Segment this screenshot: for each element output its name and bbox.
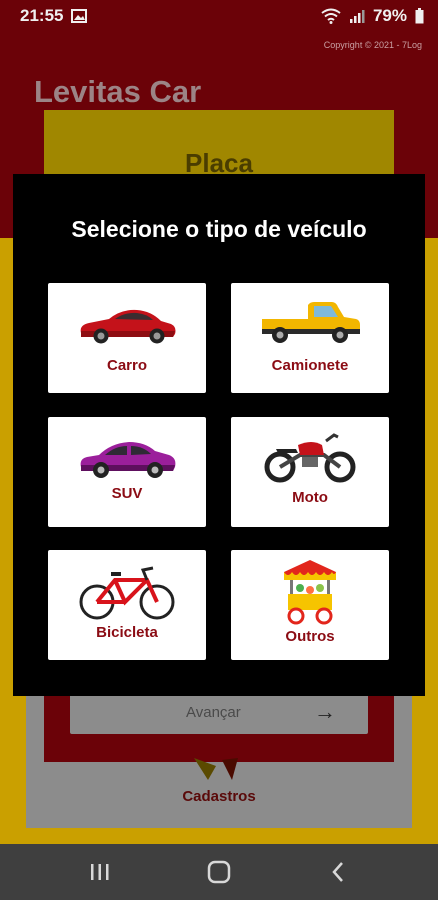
home-icon [207,860,231,884]
option-bicicleta[interactable]: Bicicleta [48,550,206,660]
back-icon [332,862,344,882]
copyright-text: Copyright © 2021 - 7Log [323,40,422,50]
status-bar: 21:55 79% [0,0,438,32]
option-label: Carro [106,357,147,374]
app-title: Levitas Car [34,74,202,109]
advance-button[interactable]: Avançar → [70,690,368,734]
option-label: Outros [285,628,335,645]
option-label: Bicicleta [96,624,158,641]
advance-label: Avançar [186,703,241,721]
recent-apps-icon [90,864,109,880]
option-label: Camionete [271,357,349,374]
option-label: SUV [111,485,143,502]
motorcycle-icon [264,433,356,483]
signal-icon [349,10,365,23]
dialog-title: Selecione o tipo de veículo [71,216,367,242]
option-label: Moto [292,489,328,506]
wifi-icon [321,8,341,24]
home-button[interactable] [189,852,249,892]
option-suv[interactable]: SUV [48,417,206,527]
status-time: 21:55 [20,6,64,25]
option-camionete[interactable]: Camionete [231,283,389,393]
pickup-truck-icon [262,302,360,343]
suv-icon [80,442,176,478]
option-moto[interactable]: Moto [231,417,389,527]
gallery-icon [71,9,88,23]
recent-apps-button[interactable] [70,852,130,892]
food-cart-icon [284,560,336,625]
battery-percent: 79% [372,6,407,25]
system-nav-bar [0,844,438,900]
vehicle-type-dialog: Selecione o tipo de veículo Carro Camion… [13,174,425,696]
back-button[interactable] [308,852,368,892]
arrow-right-icon: → [314,699,336,724]
cadastros-icon[interactable] [192,756,240,782]
option-carro[interactable]: Carro [48,283,206,393]
cadastros-label[interactable]: Cadastros [0,788,438,805]
option-outros[interactable]: Outros [231,550,389,660]
battery-icon [415,8,424,24]
bicycle-icon [79,566,175,620]
car-icon [80,309,176,344]
